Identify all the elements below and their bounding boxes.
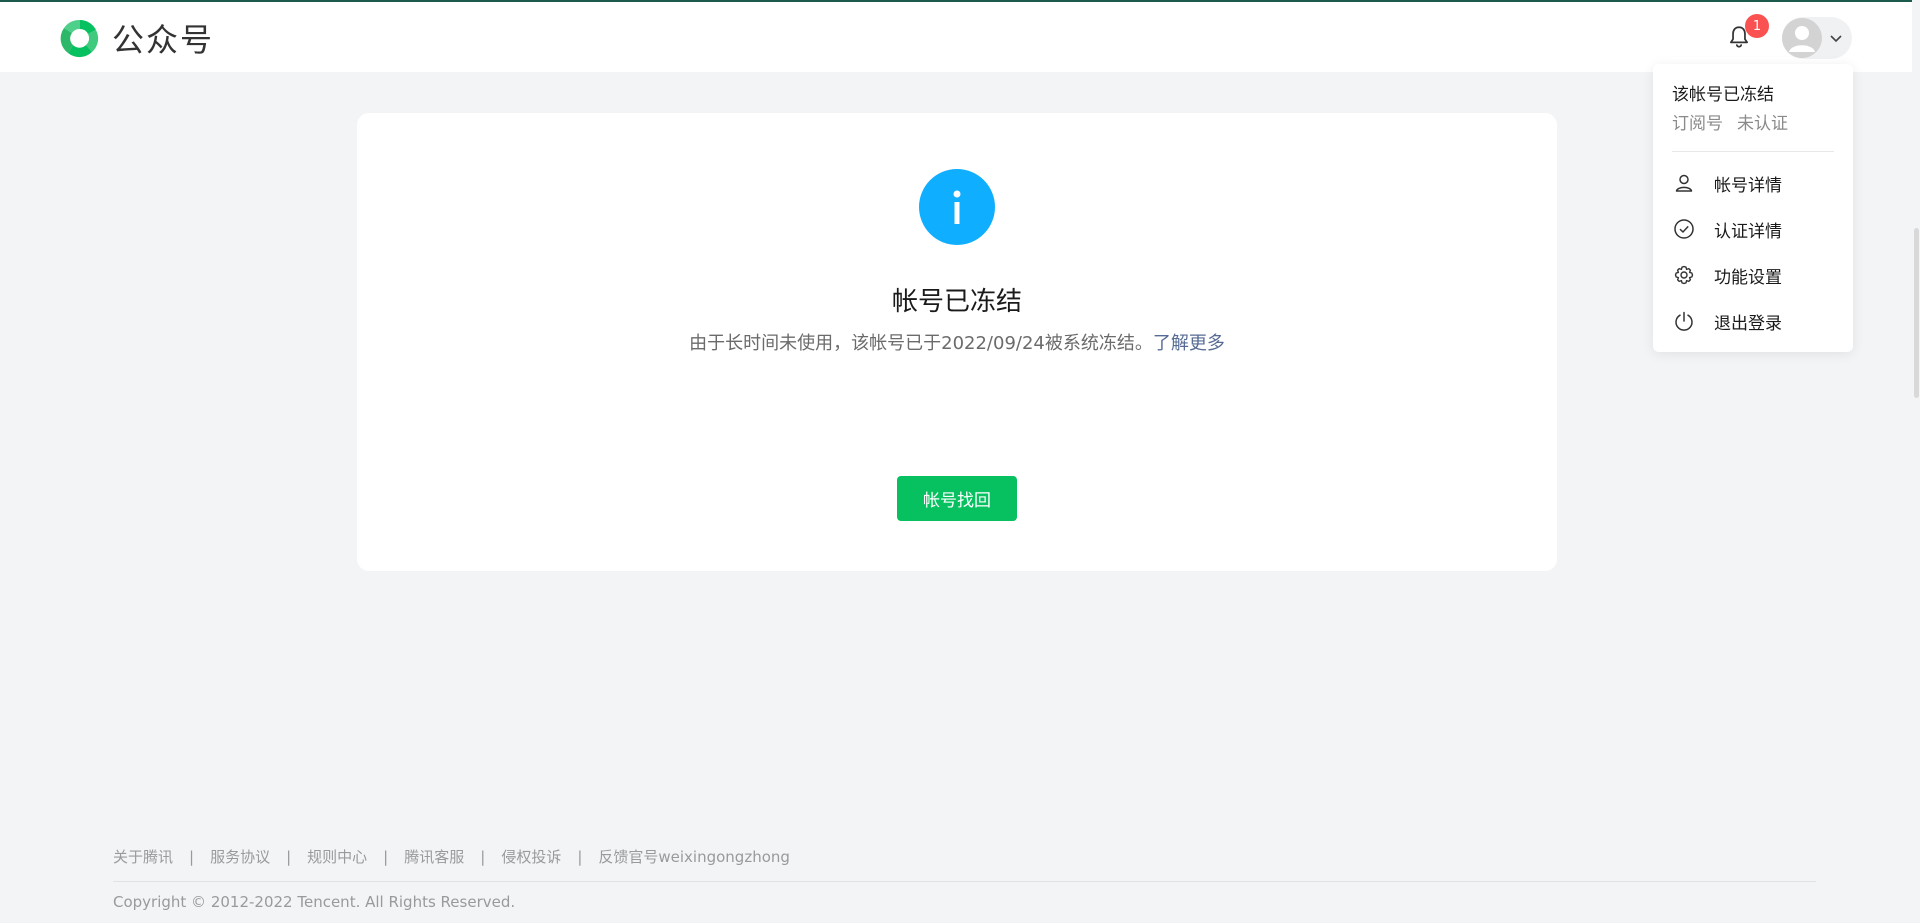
learn-more-link[interactable]: 了解更多 [1153, 333, 1225, 354]
frozen-description: 由于长时间未使用，该帐号已于2022/09/24被系统冻结。了解更多 [357, 329, 1557, 355]
wechat-official-logo-icon [60, 19, 99, 58]
logo-text: 公众号 [112, 21, 215, 59]
footer-separator: | [577, 847, 583, 866]
menu-item-account-details[interactable]: 帐号详情 [1672, 166, 1837, 200]
default-avatar-icon [1782, 18, 1822, 58]
user-icon [1672, 171, 1696, 195]
account-meta: 订阅号 未认证 [1672, 109, 1788, 134]
page-title: 帐号已冻结 [891, 287, 1022, 317]
account-dropdown-menu: 该帐号已冻结 订阅号 未认证 帐号详情 认证详情 功能设置 退出登录 [1653, 64, 1853, 352]
footer-separator: | [189, 847, 195, 866]
top-header: 公众号 1 [0, 2, 1920, 72]
account-menu-toggle[interactable] [1782, 17, 1852, 59]
footer-link-feedback-account[interactable]: 反馈官号weixingongzhong [598, 846, 790, 867]
gear-icon [1672, 263, 1696, 287]
frozen-account-card: 帐号已冻结 由于长时间未使用，该帐号已于2022/09/24被系统冻结。了解更多… [357, 113, 1557, 571]
menu-item-logout[interactable]: 退出登录 [1672, 304, 1837, 338]
check-circle-icon [1672, 217, 1696, 241]
menu-item-label: 退出登录 [1714, 313, 1782, 334]
notification-count-badge: 1 [1745, 14, 1769, 38]
info-icon [919, 169, 995, 245]
footer-divider [113, 881, 1816, 882]
power-icon [1672, 309, 1696, 333]
avatar [1782, 18, 1822, 58]
recover-account-button[interactable]: 帐号找回 [897, 476, 1017, 521]
footer-links: 关于腾讯 | 服务协议 | 规则中心 | 腾讯客服 | 侵权投诉 | 反馈官号w… [113, 846, 790, 867]
verification-status: 未认证 [1737, 114, 1788, 134]
footer-separator: | [480, 847, 486, 866]
chevron-down-icon [1830, 35, 1842, 43]
menu-item-label: 帐号详情 [1714, 175, 1782, 196]
scrollbar-track[interactable] [1912, 0, 1920, 923]
menu-divider [1672, 151, 1834, 152]
menu-item-feature-settings[interactable]: 功能设置 [1672, 258, 1837, 292]
account-type: 订阅号 [1672, 114, 1723, 134]
footer-link-about-tencent[interactable]: 关于腾讯 [113, 846, 173, 867]
footer-link-service-agreement[interactable]: 服务协议 [210, 846, 270, 867]
footer-separator: | [286, 847, 292, 866]
menu-item-label: 认证详情 [1714, 221, 1782, 242]
footer-link-rules-center[interactable]: 规则中心 [307, 846, 367, 867]
account-status-name: 该帐号已冻结 [1672, 85, 1774, 105]
menu-item-verification-details[interactable]: 认证详情 [1672, 212, 1837, 246]
footer-link-infringement-complaint[interactable]: 侵权投诉 [501, 846, 561, 867]
copyright-text: Copyright © 2012-2022 Tencent. All Right… [113, 893, 516, 911]
logo[interactable]: 公众号 [58, 16, 214, 60]
menu-item-label: 功能设置 [1714, 267, 1782, 288]
scrollbar-thumb[interactable] [1914, 228, 1919, 398]
frozen-description-text: 由于长时间未使用，该帐号已于2022/09/24被系统冻结。 [689, 333, 1153, 354]
footer-separator: | [383, 847, 389, 866]
footer-link-customer-service[interactable]: 腾讯客服 [404, 846, 464, 867]
